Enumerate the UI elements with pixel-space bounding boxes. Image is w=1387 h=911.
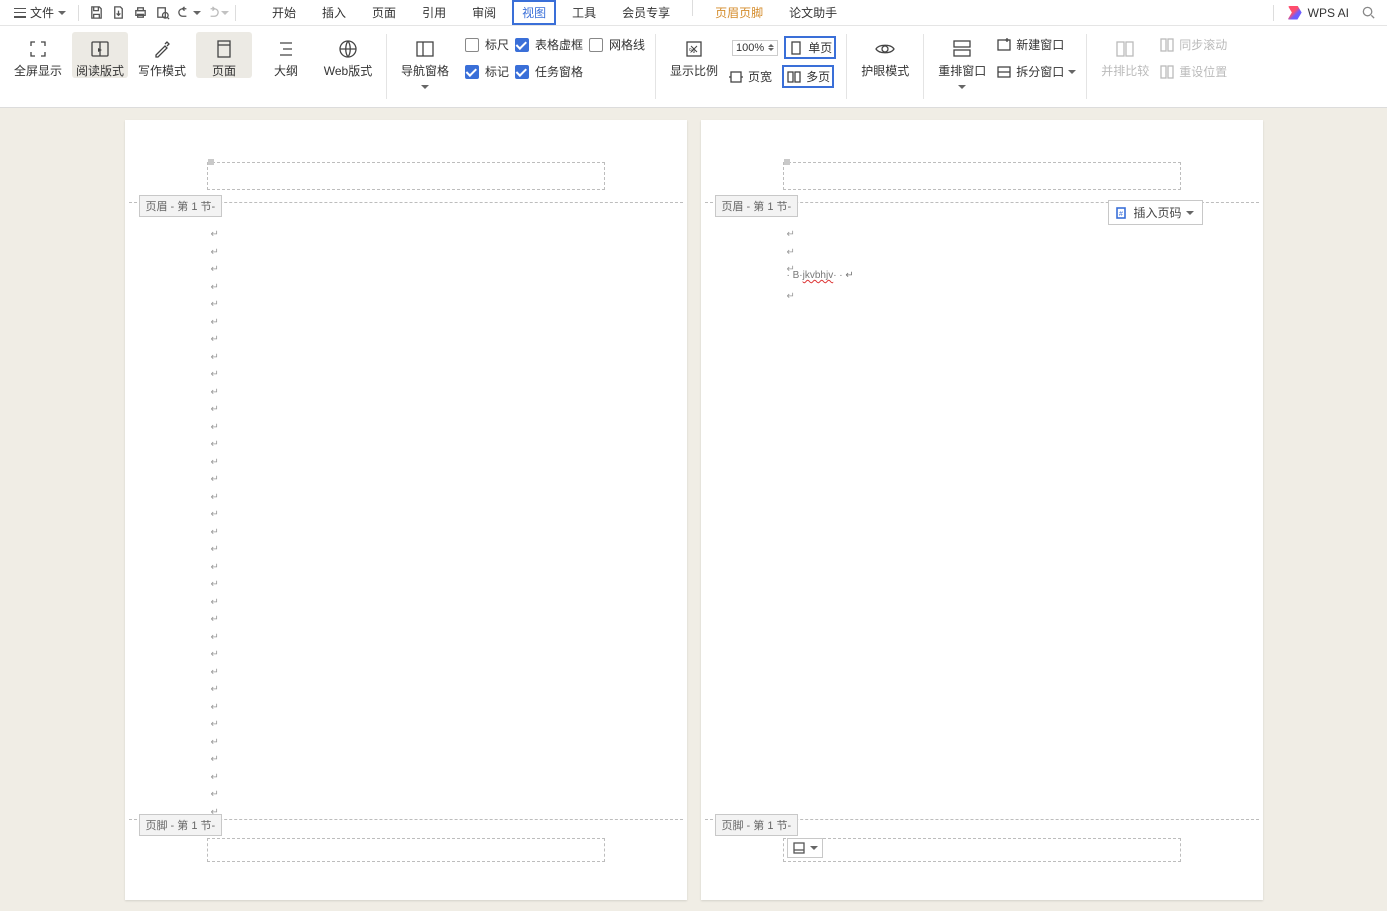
task-pane-checkbox[interactable]: 任务窗格 <box>515 63 583 80</box>
save-button[interactable] <box>85 2 107 24</box>
footer-section-tag: 页脚 - 第 1 节- <box>139 814 223 836</box>
writing-mode-button[interactable]: 写作模式 <box>134 32 190 78</box>
web-layout-button[interactable]: Web版式 <box>320 32 376 78</box>
header-region[interactable] <box>207 162 605 190</box>
footer-region[interactable] <box>783 838 1181 862</box>
reset-position-button: 重设位置 <box>1159 63 1227 80</box>
document-workspace[interactable]: 页眉 - 第 1 节- ↵↵↵↵↵↵↵↵↵↵ ↵↵↵↵↵↵↵↵↵↵ ↵↵↵↵↵↵… <box>0 108 1387 911</box>
insert-page-number-button[interactable]: # 插入页码 <box>1108 200 1202 225</box>
new-window-button[interactable]: 新建窗口 <box>996 36 1076 53</box>
tab-review[interactable]: 审阅 <box>462 0 506 25</box>
display-ratio-button[interactable]: % 显示比例 <box>666 32 722 78</box>
tab-insert[interactable]: 插入 <box>312 0 356 25</box>
body-text: · B·jkvbhjv· · ↵ <box>787 270 854 281</box>
tab-view[interactable]: 视图 <box>512 0 556 25</box>
footer-icon <box>792 841 806 855</box>
gridlines-checkbox[interactable]: 网格线 <box>589 36 645 53</box>
undo-button[interactable] <box>173 2 195 24</box>
wps-ai-button[interactable]: WPS AI <box>1288 6 1349 20</box>
marks-checkbox[interactable]: 标记 <box>465 63 509 80</box>
chevron-down-icon <box>58 11 66 15</box>
separator <box>692 0 693 16</box>
document-page[interactable]: 页眉 - 第 1 节- ↵↵↵↵↵↵↵↵↵↵ ↵↵↵↵↵↵↵↵↵↵ ↵↵↵↵↵↵… <box>125 120 687 900</box>
separator <box>78 5 79 21</box>
redo-button[interactable] <box>201 2 223 24</box>
footer-region[interactable] <box>207 838 605 862</box>
ruler-checkbox[interactable]: 标尺 <box>465 36 509 53</box>
page-number-icon: # <box>1115 206 1129 220</box>
export-button[interactable] <box>107 2 129 24</box>
wps-ai-logo-icon <box>1288 6 1302 20</box>
header-section-tag: 页眉 - 第 1 节- <box>715 195 799 217</box>
page-width-button[interactable]: 页宽 <box>728 68 772 85</box>
header-region[interactable] <box>783 162 1181 190</box>
arrange-windows-button[interactable]: 重排窗口 <box>934 32 990 92</box>
chevron-down-icon <box>421 85 429 89</box>
fullscreen-button[interactable]: 全屏显示 <box>10 32 66 78</box>
redo-history-dropdown[interactable] <box>221 11 229 15</box>
paragraph-marks: ↵ <box>787 288 795 306</box>
chevron-down-icon <box>810 846 818 850</box>
chevron-down-icon <box>1068 70 1076 74</box>
tab-tools[interactable]: 工具 <box>562 0 606 25</box>
eye-care-button[interactable]: 护眼模式 <box>857 32 913 78</box>
tab-header-footer[interactable]: 页眉页脚 <box>705 0 773 25</box>
tab-start[interactable]: 开始 <box>262 0 306 25</box>
side-by-side-button: 并排比较 <box>1097 32 1153 78</box>
spinner-down-icon[interactable] <box>768 48 774 51</box>
footer-section-tag: 页脚 - 第 1 节- <box>715 814 799 836</box>
separator <box>1273 5 1274 21</box>
tab-thesis-helper[interactable]: 论文助手 <box>779 0 847 25</box>
print-button[interactable] <box>129 2 151 24</box>
multi-page-button[interactable]: 多页 <box>782 65 834 88</box>
search-button[interactable] <box>1357 2 1379 24</box>
split-window-button[interactable]: 拆分窗口 <box>996 63 1076 80</box>
table-frame-checkbox[interactable]: 表格虚框 <box>515 36 583 53</box>
svg-text:#: # <box>1119 211 1123 218</box>
wps-ai-label: WPS AI <box>1308 6 1349 20</box>
navigation-pane-button[interactable]: 导航窗格 <box>397 32 453 92</box>
tab-reference[interactable]: 引用 <box>412 0 456 25</box>
page-layout-button[interactable]: 页面 <box>196 32 252 78</box>
svg-text:%: % <box>689 48 695 55</box>
file-menu-button[interactable]: 文件 <box>8 2 72 23</box>
file-menu-label: 文件 <box>30 4 54 21</box>
zoom-spinner[interactable]: 100% <box>728 38 782 58</box>
outline-button[interactable]: 大纲 <box>258 32 314 78</box>
print-preview-button[interactable] <box>151 2 173 24</box>
single-page-button[interactable]: 单页 <box>784 36 836 59</box>
chevron-down-icon <box>1186 211 1194 215</box>
separator <box>235 5 236 21</box>
document-page[interactable]: 页眉 - 第 1 节- # 插入页码 ↵↵↵ · B·jkvbhjv· · ↵ … <box>701 120 1263 900</box>
sync-scroll-button: 同步滚动 <box>1159 36 1227 53</box>
header-section-tag: 页眉 - 第 1 节- <box>139 195 223 217</box>
footer-options-button[interactable] <box>787 838 823 858</box>
tab-member[interactable]: 会员专享 <box>612 0 680 25</box>
paragraph-marks: ↵↵↵↵↵↵↵↵↵↵ ↵↵↵↵↵↵↵↵↵↵ ↵↵↵↵↵↵↵↵↵↵ ↵↵↵↵ <box>211 226 219 821</box>
tab-page[interactable]: 页面 <box>362 0 406 25</box>
reading-layout-button[interactable]: 阅读版式 <box>72 32 128 78</box>
undo-history-dropdown[interactable] <box>193 11 201 15</box>
spinner-up-icon[interactable] <box>768 44 774 47</box>
chevron-down-icon <box>958 85 966 89</box>
